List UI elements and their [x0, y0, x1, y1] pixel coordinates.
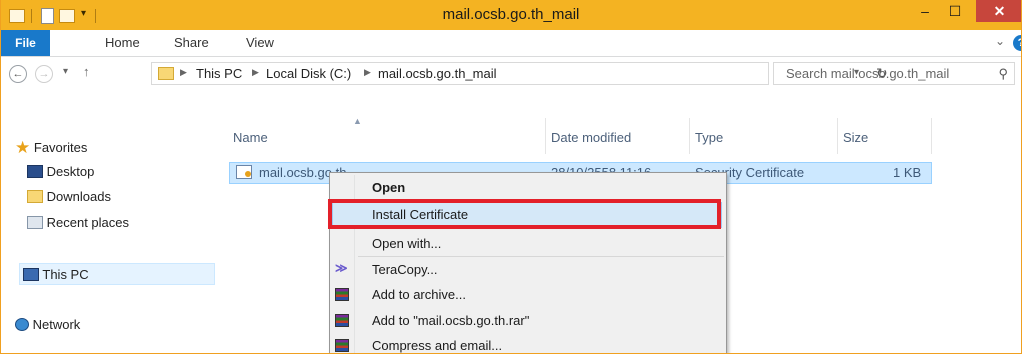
menu-item-open-with[interactable]: Open with...: [372, 236, 441, 251]
desktop-icon: [27, 165, 43, 178]
breadcrumb-this-pc[interactable]: This PC: [196, 66, 242, 81]
back-icon[interactable]: ←: [9, 65, 27, 83]
column-header-size[interactable]: Size: [843, 130, 868, 145]
tab-home[interactable]: Home: [105, 30, 140, 56]
column-divider[interactable]: [689, 118, 690, 154]
title-bar: ▾ mail.ocsb.go.th_mail – ☐ ✕: [1, 0, 1021, 30]
nav-downloads-label: Downloads: [46, 189, 111, 204]
nav-recent-label: Recent places: [46, 215, 130, 230]
nav-desktop[interactable]: Desktop: [27, 163, 94, 179]
nav-network[interactable]: Network: [15, 316, 80, 332]
menu-separator: [358, 256, 724, 257]
address-field[interactable]: ▶ This PC ▶ Local Disk (C:) ▶ mail.ocsb.…: [151, 62, 888, 85]
nav-desktop-label: Desktop: [46, 164, 95, 179]
search-input[interactable]: Search mail.ocsb.go.th_mail: [786, 66, 949, 81]
ribbon-tabs: File Home Share View ⌄ ?: [1, 30, 1021, 57]
forward-icon[interactable]: →: [35, 65, 53, 83]
search-box[interactable]: Search mail.ocsb.go.th_mail ⚲: [773, 62, 1015, 85]
recent-locations-icon[interactable]: ▾: [63, 66, 68, 77]
window-title: mail.ocsb.go.th_mail: [442, 6, 580, 23]
column-header-type[interactable]: Type: [695, 130, 723, 145]
menu-item-open[interactable]: Open: [372, 180, 405, 195]
network-icon: [15, 318, 29, 331]
column-header-date[interactable]: Date modified: [551, 130, 631, 145]
star-icon: ★: [15, 138, 31, 157]
column-header-name[interactable]: Name: [233, 130, 268, 145]
close-button[interactable]: ✕: [976, 0, 1021, 22]
sort-ascending-icon: ▲: [353, 116, 362, 126]
breadcrumb-separator-icon[interactable]: ▶: [252, 67, 259, 78]
breadcrumb-local-disk[interactable]: Local Disk (C:): [266, 66, 351, 81]
folder-icon: [158, 67, 174, 80]
up-arrow-icon[interactable]: ↑: [83, 64, 90, 79]
winrar-icon: [335, 288, 349, 301]
column-divider[interactable]: [545, 118, 546, 154]
nav-network-label: Network: [32, 317, 81, 332]
maximize-button[interactable]: ☐: [941, 0, 969, 22]
nav-favorites-label: Favorites: [33, 140, 88, 155]
menu-item-compress-and-email[interactable]: Compress and email...: [372, 338, 502, 353]
recent-places-icon: [27, 216, 43, 229]
breadcrumb-separator-icon[interactable]: ▶: [180, 67, 187, 78]
help-icon[interactable]: ?: [1013, 35, 1021, 51]
breadcrumb-separator-icon[interactable]: ▶: [364, 67, 371, 78]
nav-this-pc[interactable]: This PC: [23, 266, 89, 282]
file-size: 1 KB: [893, 165, 922, 180]
column-divider[interactable]: [837, 118, 838, 154]
certificate-icon: [236, 165, 252, 179]
nav-thispc-label: This PC: [42, 267, 89, 282]
computer-icon: [23, 268, 39, 281]
winrar-icon: [335, 339, 349, 352]
tab-file[interactable]: File: [1, 30, 50, 56]
address-bar-row: ← → ▾ ↑ ▶ This PC ▶ Local Disk (C:) ▶ ma…: [1, 57, 1021, 91]
winrar-icon: [335, 314, 349, 327]
downloads-icon: [27, 190, 43, 203]
expand-ribbon-icon[interactable]: ⌄: [995, 34, 1005, 48]
tab-share[interactable]: Share: [174, 30, 209, 56]
teracopy-icon: ≫: [335, 261, 348, 275]
highlight-annotation-box: [328, 199, 721, 229]
column-divider[interactable]: [931, 118, 932, 154]
menu-item-add-to-archive[interactable]: Add to archive...: [372, 287, 466, 302]
menu-item-add-to-rar[interactable]: Add to "mail.ocsb.go.th.rar": [372, 313, 529, 328]
explorer-window: ▾ mail.ocsb.go.th_mail – ☐ ✕ File Home S…: [0, 0, 1022, 354]
nav-recent-places[interactable]: Recent places: [27, 214, 129, 230]
nav-downloads[interactable]: Downloads: [27, 188, 111, 204]
menu-item-teracopy[interactable]: TeraCopy...: [372, 262, 438, 277]
nav-favorites[interactable]: ★ Favorites: [15, 137, 87, 157]
search-icon[interactable]: ⚲: [998, 66, 1008, 82]
minimize-button[interactable]: –: [911, 0, 939, 22]
tab-view[interactable]: View: [246, 30, 274, 56]
breadcrumb-current-folder[interactable]: mail.ocsb.go.th_mail: [378, 66, 497, 81]
